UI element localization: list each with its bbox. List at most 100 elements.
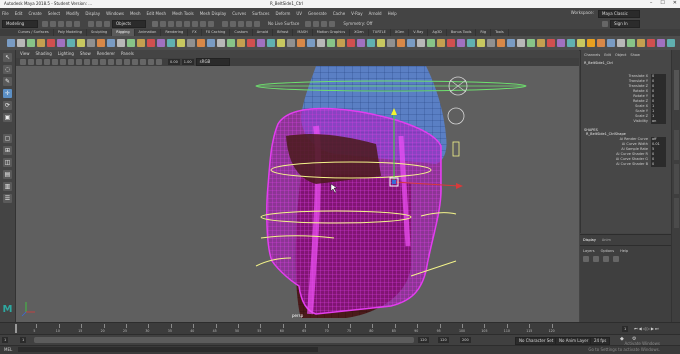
help-menu[interactable]: Help: [620, 249, 628, 253]
shelf-tool-icon[interactable]: [607, 39, 615, 47]
start-field[interactable]: 1: [2, 337, 9, 343]
shelf-tool-icon[interactable]: [7, 39, 15, 47]
menu-surfaces[interactable]: Surfaces: [252, 11, 269, 16]
shelf-tool-icon[interactable]: [557, 39, 565, 47]
menu-mesh[interactable]: Mesh: [130, 11, 141, 16]
new-layer-selected-icon[interactable]: [613, 256, 619, 262]
channelbox-menu-edit[interactable]: Edit: [604, 53, 611, 57]
redo-icon[interactable]: [74, 20, 80, 27]
camera-attr-icon[interactable]: [28, 59, 34, 65]
shelf-tool-icon[interactable]: [27, 39, 35, 47]
shelf-tool-icon[interactable]: [217, 39, 225, 47]
symmetry-label[interactable]: Symmetry: Off: [343, 21, 372, 26]
shelf-tool-icon[interactable]: [517, 39, 525, 47]
paint-select-tool-icon[interactable]: ✎: [3, 77, 12, 86]
shelf-tool-icon[interactable]: [577, 39, 585, 47]
tab-display-layers[interactable]: Display: [583, 238, 596, 242]
shelf-tab-curves-surfaces[interactable]: Curves / Surfaces: [14, 29, 54, 36]
shelf-tool-icon[interactable]: [477, 39, 485, 47]
mask-icon-7[interactable]: [200, 20, 206, 27]
viewport-persp[interactable]: persp: [16, 66, 579, 322]
shelf-tool-icon[interactable]: [567, 39, 575, 47]
menu-arnold[interactable]: Arnold: [369, 11, 382, 16]
shelf-tool-icon[interactable]: [367, 39, 375, 47]
menu-mesh-display[interactable]: Mesh Display: [200, 11, 227, 16]
inner-end-field[interactable]: 120: [418, 337, 429, 343]
menu-select[interactable]: Select: [48, 11, 60, 16]
channel-box-tab[interactable]: [674, 70, 679, 110]
side-by-side-icon[interactable]: ◫: [3, 158, 12, 167]
shelf-tab-rigging[interactable]: Rigging: [112, 29, 135, 36]
menu-curves[interactable]: Curves: [232, 11, 246, 16]
shelf-tool-icon[interactable]: [227, 39, 235, 47]
tab-anim-layers[interactable]: Anim: [602, 238, 611, 242]
modeling-toolkit-tab[interactable]: [674, 198, 679, 228]
shelf-tool-icon[interactable]: [117, 39, 125, 47]
shelf-tool-icon[interactable]: [497, 39, 505, 47]
shelf-tool-icon[interactable]: [297, 39, 305, 47]
panel-menu-shading[interactable]: Shading: [36, 50, 52, 58]
shelf-tab-fx[interactable]: FX: [188, 29, 202, 36]
play-forward-icon[interactable]: ▷: [647, 326, 650, 331]
ao-icon[interactable]: [140, 59, 146, 65]
snap-point-icon[interactable]: [238, 20, 244, 27]
shelf-tab-motion-graphics[interactable]: Motion Graphics: [313, 29, 351, 36]
menu-file[interactable]: File: [2, 11, 9, 16]
layer-down-icon[interactable]: [593, 256, 599, 262]
menu-generate[interactable]: Generate: [308, 11, 327, 16]
select-tool-icon[interactable]: ↖: [3, 53, 12, 62]
xray-joints-icon[interactable]: [156, 59, 162, 65]
shelf-tool-icon[interactable]: [437, 39, 445, 47]
auto-key-icon[interactable]: ◆: [620, 336, 624, 342]
gamma-field[interactable]: 1.00: [181, 59, 194, 65]
shelf-tool-icon[interactable]: [547, 39, 555, 47]
shelf-tool-icon[interactable]: [277, 39, 285, 47]
mode-dropdown[interactable]: Modeling: [2, 19, 38, 28]
shelf-tool-icon[interactable]: [77, 39, 85, 47]
shelf-tool-icon[interactable]: [587, 39, 595, 47]
panel-menu-view[interactable]: View: [20, 50, 30, 58]
shadows-icon[interactable]: [132, 59, 138, 65]
shelf-tool-icon[interactable]: [287, 39, 295, 47]
shelf-tool-icon[interactable]: [407, 39, 415, 47]
menu-cache[interactable]: Cache: [333, 11, 345, 16]
move-tool-icon[interactable]: ✛: [3, 89, 12, 98]
range-bar[interactable]: [34, 337, 414, 343]
shelf-tool-icon[interactable]: [387, 39, 395, 47]
select-object-icon[interactable]: [96, 20, 102, 27]
mask-icon[interactable]: [152, 20, 158, 27]
shelf-tool-icon[interactable]: [637, 39, 645, 47]
shelf-tool-icon[interactable]: [507, 39, 515, 47]
shelf-tab-tools[interactable]: Tools: [491, 29, 509, 36]
shelf-tab-custom[interactable]: Custom: [230, 29, 253, 36]
shelf-tool-icon[interactable]: [107, 39, 115, 47]
shelf-tool-icon[interactable]: [307, 39, 315, 47]
current-time-marker[interactable]: [15, 324, 17, 333]
shelf-tool-icon[interactable]: [157, 39, 165, 47]
shelf-tab-ag3d[interactable]: Ag3D: [428, 29, 447, 36]
mask-icon-2[interactable]: [160, 20, 166, 27]
shelf-tool-icon[interactable]: [17, 39, 25, 47]
shelf-tab-bifrost[interactable]: Bifrost: [273, 29, 294, 36]
channel-value[interactable]: on: [651, 119, 666, 124]
shelf-tool-icon[interactable]: [197, 39, 205, 47]
menu-display[interactable]: Display: [85, 11, 100, 16]
layer-up-icon[interactable]: [583, 256, 589, 262]
shelf-tool-icon[interactable]: [97, 39, 105, 47]
shelf-tool-icon[interactable]: [357, 39, 365, 47]
shelf-tool-icon[interactable]: [657, 39, 665, 47]
shelf-tool-icon[interactable]: [537, 39, 545, 47]
shelf-tool-icon[interactable]: [347, 39, 355, 47]
channelbox-menu-show[interactable]: Show: [630, 53, 639, 57]
snap-curve-icon[interactable]: [230, 20, 236, 27]
shelf-tool-icon[interactable]: [237, 39, 245, 47]
user-icon[interactable]: [602, 20, 608, 27]
shelf-tool-icon[interactable]: [37, 39, 45, 47]
single-view-icon[interactable]: ▢: [3, 134, 12, 143]
panel-menu-panels[interactable]: Panels: [121, 50, 134, 58]
new-layer-icon[interactable]: [603, 256, 609, 262]
shelf-tool-icon[interactable]: [257, 39, 265, 47]
close-button[interactable]: ✕: [673, 0, 677, 6]
shelf-tool-icon[interactable]: [377, 39, 385, 47]
open-scene-icon[interactable]: [50, 20, 56, 27]
